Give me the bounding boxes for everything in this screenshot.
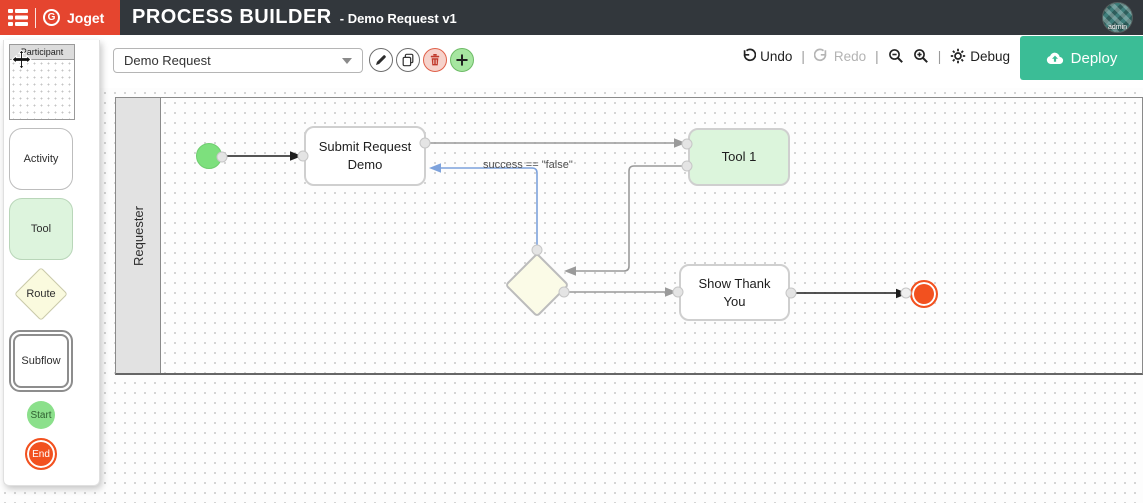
deploy-label: Deploy xyxy=(1071,50,1118,67)
swimlane-header[interactable]: Requester xyxy=(116,98,161,373)
move-cursor-icon xyxy=(11,49,32,70)
start-node[interactable] xyxy=(196,143,222,169)
undo-button[interactable]: Undo xyxy=(740,48,792,64)
toolbar-right: Undo | Redo | xyxy=(740,48,1010,64)
palette-item-end[interactable]: End xyxy=(25,438,57,470)
swimlane-label: Requester xyxy=(131,206,146,266)
undo-icon xyxy=(740,48,756,64)
title-wrap: PROCESS BUILDER - Demo Request v1 xyxy=(132,6,457,29)
joget-logo-icon: G xyxy=(43,9,60,26)
redo-label: Redo xyxy=(834,49,866,64)
brand-block: G Joget xyxy=(0,0,120,35)
route-diamond-shape xyxy=(504,252,569,317)
shape-palette: Participant Activity Tool Route Subflow … xyxy=(3,40,100,486)
zoom-in-icon xyxy=(913,48,929,64)
swimlane-requester: Requester xyxy=(115,97,1143,375)
zoom-out-button[interactable] xyxy=(888,48,904,64)
palette-item-route[interactable]: Route xyxy=(15,268,67,320)
palette-item-subflow[interactable]: Subflow xyxy=(9,330,73,392)
end-node[interactable] xyxy=(910,280,938,308)
page-subtitle: - Demo Request v1 xyxy=(340,11,457,26)
process-action-buttons xyxy=(369,48,474,72)
tool-node-tool1[interactable]: Tool 1 xyxy=(688,128,790,186)
palette-item-tool[interactable]: Tool xyxy=(9,198,73,260)
activity-node-show-thank-you[interactable]: Show Thank You xyxy=(679,264,790,321)
builder-toolbar: Demo Request xyxy=(0,35,1143,88)
edit-process-button[interactable] xyxy=(369,48,393,72)
brand-divider xyxy=(35,8,36,28)
separator: | xyxy=(875,49,879,64)
separator: | xyxy=(801,49,805,64)
undo-label: Undo xyxy=(760,49,792,64)
copy-icon xyxy=(401,53,415,67)
edge-condition-label: success == "false" xyxy=(483,159,573,171)
copy-process-button[interactable] xyxy=(396,48,420,72)
plus-icon xyxy=(455,53,469,67)
debug-label: Debug xyxy=(970,49,1010,64)
user-avatar[interactable]: admin xyxy=(1102,2,1133,33)
trash-icon xyxy=(428,53,442,67)
process-dropdown-value: Demo Request xyxy=(124,53,211,68)
delete-process-button[interactable] xyxy=(423,48,447,72)
process-builder-app: G Joget PROCESS BUILDER - Demo Request v… xyxy=(0,0,1143,503)
add-process-button[interactable] xyxy=(450,48,474,72)
process-dropdown[interactable]: Demo Request xyxy=(113,48,363,73)
page-title: PROCESS BUILDER xyxy=(132,6,332,29)
brand-name: Joget xyxy=(67,10,104,26)
route-node[interactable] xyxy=(504,252,570,318)
titlebar: G Joget PROCESS BUILDER - Demo Request v… xyxy=(0,0,1143,35)
chevron-down-icon xyxy=(342,58,352,64)
subflow-label: Subflow xyxy=(21,355,60,367)
deploy-button[interactable]: Deploy xyxy=(1020,36,1143,80)
gear-icon xyxy=(950,48,966,64)
redo-icon xyxy=(814,48,830,64)
subflow-inner-border: Subflow xyxy=(13,334,69,388)
avatar-label: admin xyxy=(1103,24,1132,31)
cloud-upload-icon xyxy=(1046,51,1064,65)
process-canvas[interactable]: Requester Submit Request Demo Tool 1 Sho… xyxy=(0,88,1143,503)
palette-item-start[interactable]: Start xyxy=(27,401,55,429)
pencil-icon xyxy=(374,53,388,67)
menu-list-icon[interactable] xyxy=(8,9,28,26)
debug-button[interactable]: Debug xyxy=(950,48,1010,64)
separator: | xyxy=(938,49,942,64)
zoom-in-button[interactable] xyxy=(913,48,929,64)
activity-node-submit-request-demo[interactable]: Submit Request Demo xyxy=(304,126,426,186)
palette-item-activity[interactable]: Activity xyxy=(9,128,73,190)
route-label: Route xyxy=(15,268,67,320)
redo-button[interactable]: Redo xyxy=(814,48,866,64)
zoom-out-icon xyxy=(888,48,904,64)
